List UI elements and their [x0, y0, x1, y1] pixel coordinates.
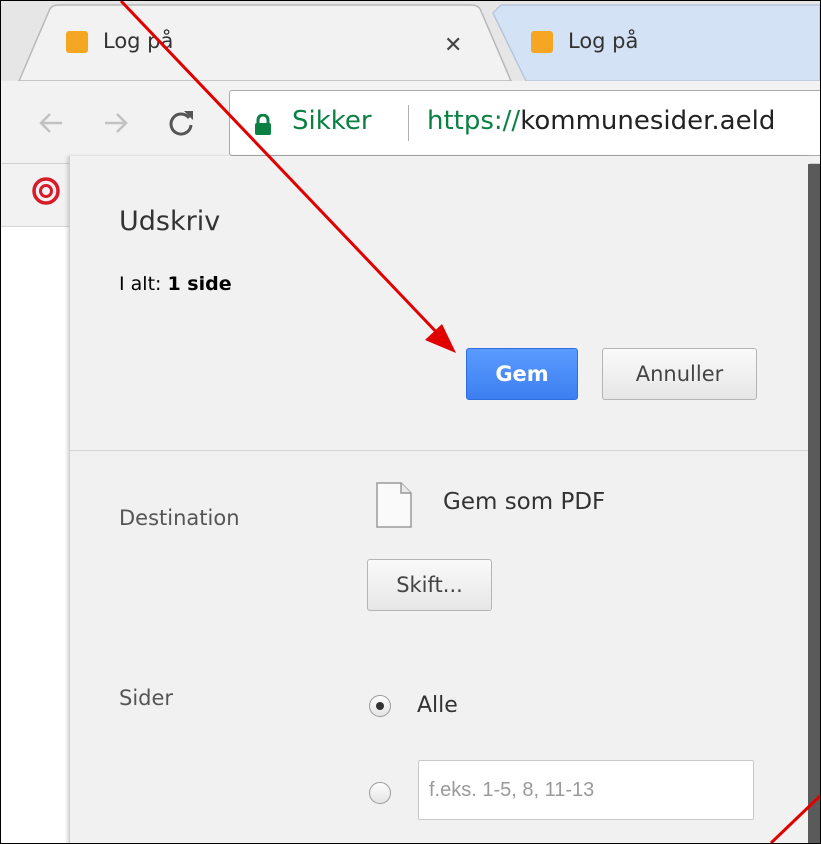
omnibox-divider: [408, 105, 409, 141]
url-host: kommunesider.aeld: [520, 106, 776, 136]
document-icon: [376, 482, 412, 528]
back-arrow-icon[interactable]: [36, 105, 66, 141]
pages-all-label[interactable]: Alle: [417, 693, 458, 718]
pages-label: Sider: [119, 686, 174, 710]
lock-icon: [255, 114, 271, 135]
radio-selected-dot: [376, 702, 384, 710]
site-favicon-icon: [66, 31, 88, 53]
url-text[interactable]: https://kommunesider.aeld: [427, 106, 775, 136]
print-dialog: Udskriv I alt: 1 side Gem Annuller Desti…: [69, 156, 810, 843]
summary-prefix: I alt:: [119, 273, 162, 295]
tab-title-active[interactable]: Log på: [103, 29, 173, 53]
close-icon[interactable]: ✕: [444, 34, 462, 56]
site-favicon-icon: [531, 31, 553, 53]
scrollbar[interactable]: [808, 164, 820, 843]
summary-value: 1 side: [167, 273, 232, 295]
url-scheme: https://: [427, 106, 521, 136]
pages-custom-radio[interactable]: [369, 782, 391, 804]
destination-value: Gem som PDF: [443, 489, 606, 515]
pages-range-input[interactable]: [418, 760, 754, 820]
destination-label: Destination: [119, 506, 240, 530]
secure-label[interactable]: Sikker: [292, 106, 372, 136]
cancel-button[interactable]: Annuller: [602, 348, 757, 400]
change-destination-button[interactable]: Skift...: [367, 559, 492, 611]
screenshot-frame: Log på ✕ Log på Sikker https://kommunesi…: [0, 0, 821, 844]
print-title: Udskriv: [119, 206, 221, 237]
reload-icon[interactable]: [166, 105, 196, 141]
bookmark-swirl-icon[interactable]: [31, 176, 61, 206]
save-button[interactable]: Gem: [466, 348, 578, 400]
page-count-summary: I alt: 1 side: [119, 273, 232, 295]
pages-all-radio[interactable]: [369, 695, 391, 717]
tab-title-inactive[interactable]: Log på: [568, 29, 638, 53]
print-header: Udskriv I alt: 1 side Gem Annuller: [70, 156, 810, 451]
forward-arrow-icon[interactable]: [101, 105, 131, 141]
